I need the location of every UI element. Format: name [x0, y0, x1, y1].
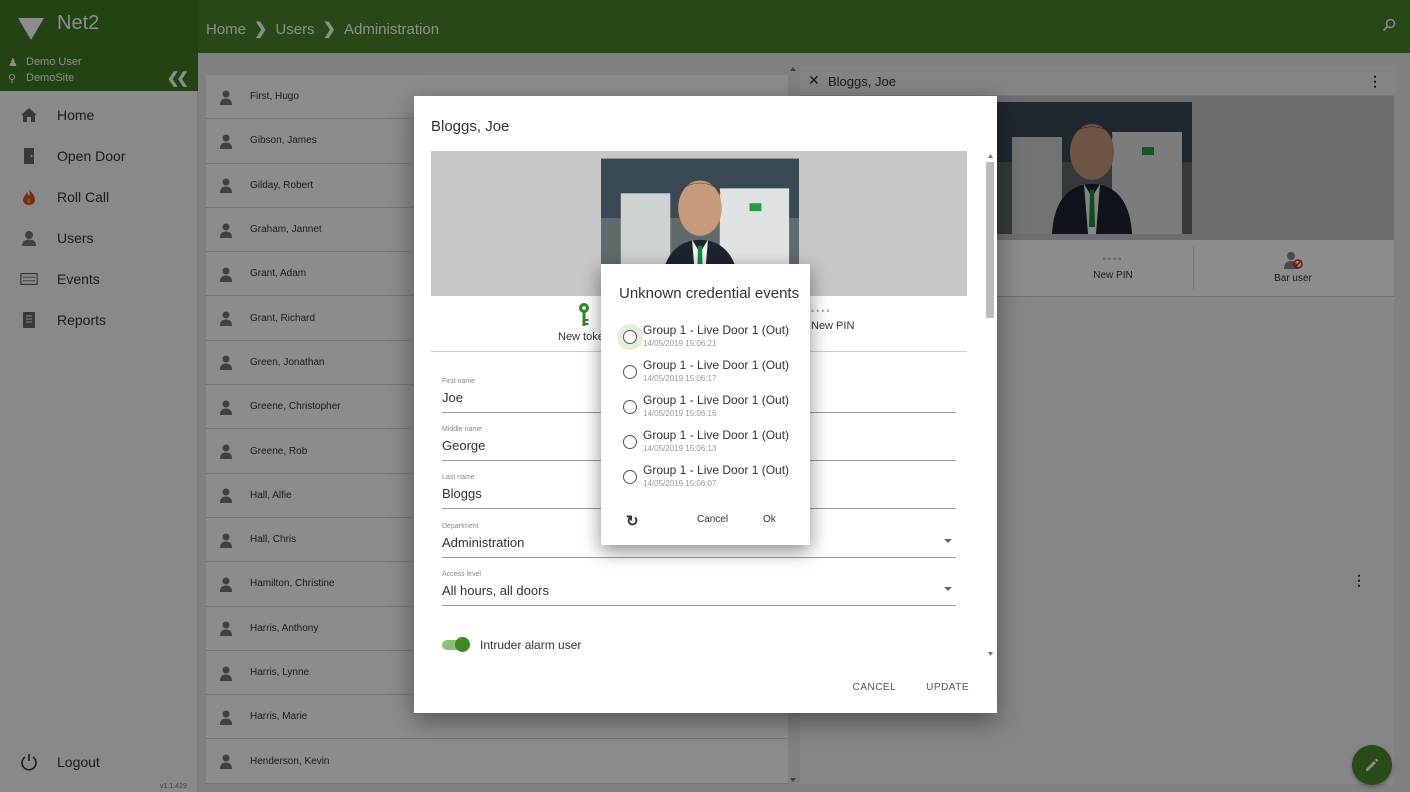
- field-label: Last name: [442, 474, 475, 481]
- event-time: 14/05/2019 15:06:13: [643, 444, 717, 453]
- caret-down-icon: [944, 587, 952, 591]
- pin-label: New PIN: [811, 320, 855, 332]
- field-value: Joe: [442, 390, 463, 405]
- update-button[interactable]: UPDATE: [926, 682, 969, 693]
- popup-title: Unknown credential events: [619, 285, 800, 302]
- event-name: Group 1 - Live Door 1 (Out): [643, 428, 790, 442]
- credential-event-item[interactable]: Group 1 - Live Door 1 (Out) 14/05/2019 15…: [619, 392, 809, 427]
- event-name: Group 1 - Live Door 1 (Out): [643, 358, 790, 372]
- field-label: Access level: [442, 571, 481, 578]
- credential-event-item[interactable]: Group 1 - Live Door 1 (Out) 14/05/2019 15…: [619, 322, 809, 357]
- scrollbar-thumb[interactable]: [986, 162, 994, 318]
- radio-button[interactable]: [623, 400, 637, 414]
- credential-event-item[interactable]: Group 1 - Live Door 1 (Out) 14/05/2019 15…: [619, 357, 809, 392]
- refresh-icon[interactable]: ↻: [626, 512, 639, 530]
- new-pin-button[interactable]: •••• New PIN: [811, 306, 891, 332]
- event-time: 14/05/2019 15:06:07: [643, 479, 717, 488]
- event-name: Group 1 - Live Door 1 (Out): [643, 323, 790, 337]
- ok-button[interactable]: Ok: [763, 514, 776, 525]
- credential-event-list: Group 1 - Live Door 1 (Out) 14/05/2019 15…: [619, 322, 809, 497]
- credential-event-item[interactable]: Group 1 - Live Door 1 (Out) 14/05/2019 15…: [619, 427, 809, 462]
- radio-button[interactable]: [623, 435, 637, 449]
- event-name: Group 1 - Live Door 1 (Out): [643, 393, 790, 407]
- field-value: George: [442, 438, 486, 453]
- toggle-track: [442, 637, 470, 652]
- field-value: All hours, all doors: [442, 583, 549, 598]
- toggle-label: Intruder alarm user: [480, 638, 582, 652]
- pin-dots: ••••: [811, 306, 832, 316]
- dialog-title: Bloggs, Joe: [431, 118, 510, 135]
- radio-button[interactable]: [623, 365, 637, 379]
- unknown-credential-dialog: Unknown credential events Group 1 - Live…: [601, 264, 810, 545]
- credential-event-item[interactable]: Group 1 - Live Door 1 (Out) 14/05/2019 15…: [619, 462, 809, 497]
- toggle-knob: [455, 637, 470, 652]
- access-level-select[interactable]: Access level All hours, all doors: [442, 571, 956, 606]
- event-time: 14/05/2019 15:06:21: [643, 339, 717, 348]
- radio-button[interactable]: [623, 470, 637, 484]
- field-label: Department: [442, 523, 479, 530]
- cancel-button[interactable]: CANCEL: [853, 682, 897, 693]
- intruder-alarm-toggle[interactable]: Intruder alarm user: [442, 637, 582, 652]
- field-value: Administration: [442, 535, 525, 550]
- dialog-buttons: CANCEL UPDATE: [853, 682, 969, 693]
- field-value: Bloggs: [442, 486, 482, 501]
- event-name: Group 1 - Live Door 1 (Out): [643, 463, 790, 477]
- event-time: 14/05/2019 15:06:17: [643, 374, 717, 383]
- cancel-button[interactable]: Cancel: [697, 514, 728, 525]
- caret-down-icon: [944, 539, 952, 543]
- field-label: Middle name: [442, 426, 483, 433]
- radio-button[interactable]: [623, 330, 637, 344]
- field-label: First name: [442, 378, 476, 385]
- event-time: 14/05/2019 15:06:16: [643, 409, 717, 418]
- key-icon: [579, 303, 589, 326]
